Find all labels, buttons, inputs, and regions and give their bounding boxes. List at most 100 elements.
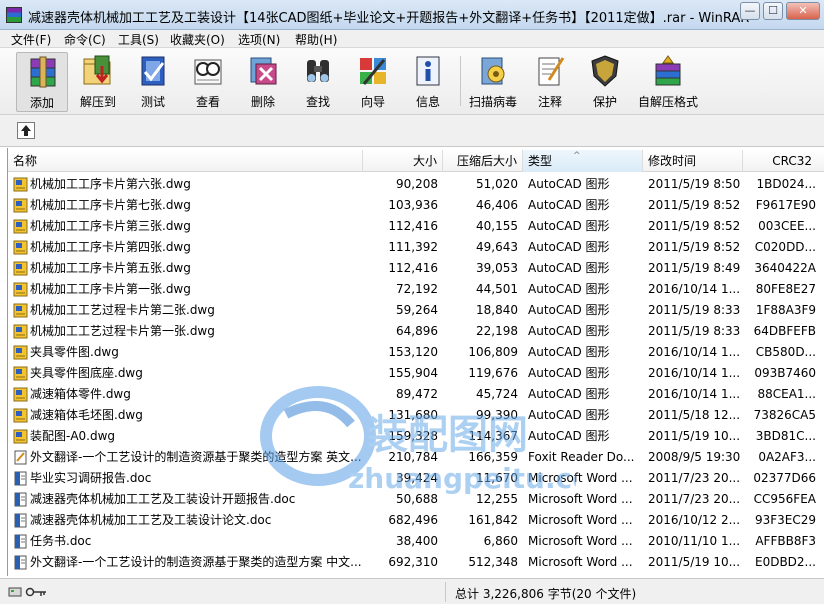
list-header: 名称 大小 压缩后大小 ^ 类型 修改时间 CRC32 bbox=[8, 150, 824, 172]
window-title: 减速器壳体机械加工工艺及工装设计【14张CAD图纸+毕业论文+开题报告+外文翻译… bbox=[28, 11, 750, 26]
file-row[interactable]: 夹具零件图.dwg 153,120 106,809 AutoCAD 图形 2016/10… bbox=[8, 342, 824, 363]
dwg-file-icon bbox=[13, 303, 28, 318]
file-packed-size: 40,155 bbox=[476, 219, 518, 233]
file-name: 机械加工工艺过程卡片第一张.dwg bbox=[30, 324, 215, 338]
dwg-file-icon bbox=[13, 366, 28, 381]
column-type[interactable]: ^ 类型 bbox=[523, 150, 643, 172]
file-size: 59,264 bbox=[396, 303, 438, 317]
file-type: AutoCAD 图形 bbox=[528, 366, 610, 380]
virus-scan-button[interactable]: 扫描病毒 bbox=[467, 52, 519, 112]
file-row[interactable]: 减速箱体零件.dwg 89,472 45,724 AutoCAD 图形 2016/10/… bbox=[8, 384, 824, 405]
file-modified: 2016/10/14 1... bbox=[648, 345, 741, 359]
dwg-file-icon bbox=[13, 429, 28, 444]
view-button[interactable]: 查看 bbox=[182, 52, 234, 112]
file-size: 112,416 bbox=[388, 261, 438, 275]
file-row[interactable]: 机械加工工序卡片第六张.dwg 90,208 51,020 AutoCAD 图形 201… bbox=[8, 174, 824, 195]
file-row[interactable]: 机械加工工序卡片第七张.dwg 103,936 46,406 AutoCAD 图形 20… bbox=[8, 195, 824, 216]
word-file-icon bbox=[14, 534, 27, 549]
file-name: 减速器壳体机械加工工艺及工装设计开题报告.doc bbox=[30, 492, 296, 506]
file-packed-size: 6,860 bbox=[483, 534, 518, 548]
virus-scan-icon bbox=[481, 57, 505, 85]
file-packed-size: 51,020 bbox=[476, 177, 518, 191]
maximize-button[interactable]: ☐ bbox=[763, 2, 783, 20]
file-row[interactable]: 机械加工工艺过程卡片第一张.dwg 64,896 22,198 AutoCAD 图形 2… bbox=[8, 321, 824, 342]
file-crc: F9617E90 bbox=[755, 198, 816, 212]
file-crc: C020DD... bbox=[754, 240, 816, 254]
file-size: 131,680 bbox=[388, 408, 438, 422]
file-name: 减速器壳体机械加工工艺及工装设计论文.doc bbox=[30, 513, 272, 527]
file-row[interactable]: 减速箱体毛坯图.dwg 131,680 99,390 AutoCAD 图形 2011/5… bbox=[8, 405, 824, 426]
test-button[interactable]: 测试 bbox=[127, 52, 179, 112]
menu-tools[interactable]: 工具(S) bbox=[118, 31, 159, 48]
protect-button[interactable]: 保护 bbox=[579, 52, 631, 112]
column-size[interactable]: 大小 bbox=[363, 150, 443, 172]
file-row[interactable]: 装配图-A0.dwg 159,328 114,367 AutoCAD 图形 2011/5… bbox=[8, 426, 824, 447]
minimize-button[interactable]: — bbox=[740, 2, 760, 20]
menu-favorites[interactable]: 收藏夹(O) bbox=[170, 31, 225, 48]
column-packed[interactable]: 压缩后大小 bbox=[443, 150, 523, 172]
menu-options[interactable]: 选项(N) bbox=[238, 31, 280, 48]
view-icon bbox=[194, 59, 222, 85]
wizard-button[interactable]: 向导 bbox=[347, 52, 399, 112]
file-packed-size: 11,670 bbox=[476, 471, 518, 485]
file-type: AutoCAD 图形 bbox=[528, 261, 610, 275]
title-bar: 减速器壳体机械加工工艺及工装设计【14张CAD图纸+毕业论文+开题报告+外文翻译… bbox=[0, 0, 824, 30]
file-row[interactable]: 夹具零件图底座.dwg 155,904 119,676 AutoCAD 图形 2016/… bbox=[8, 363, 824, 384]
status-bar: 总计 3,226,806 字节(20 个文件) bbox=[0, 578, 824, 604]
winrar-app-icon[interactable] bbox=[6, 7, 22, 23]
file-packed-size: 12,255 bbox=[476, 492, 518, 506]
file-type: Microsoft Word ... bbox=[528, 471, 633, 485]
file-row[interactable]: 减速器壳体机械加工工艺及工装设计开题报告.doc 50,688 12,255 Micr… bbox=[8, 489, 824, 510]
file-row[interactable]: 机械加工工艺过程卡片第二张.dwg 59,264 18,840 AutoCAD 图形 2… bbox=[8, 300, 824, 321]
find-button[interactable]: 查找 bbox=[292, 52, 344, 112]
file-packed-size: 114,367 bbox=[468, 429, 518, 443]
file-row[interactable]: 外文翻译-一个工艺设计的制造资源基于聚类的造型方案 中文... 692,310 51… bbox=[8, 552, 824, 573]
file-size: 159,328 bbox=[388, 429, 438, 443]
menu-help[interactable]: 帮助(H) bbox=[295, 31, 337, 48]
file-crc: 73826CA5 bbox=[753, 408, 816, 422]
delete-button[interactable]: 删除 bbox=[237, 52, 289, 112]
file-name: 外文翻译-一个工艺设计的制造资源基于聚类的造型方案 中文... bbox=[30, 555, 362, 569]
file-modified: 2011/5/19 8:52 bbox=[648, 240, 741, 254]
info-button[interactable]: 信息 bbox=[402, 52, 454, 112]
file-type: AutoCAD 图形 bbox=[528, 198, 610, 212]
file-name: 减速箱体零件.dwg bbox=[30, 387, 131, 401]
file-row[interactable]: 外文翻译-一个工艺设计的制造资源基于聚类的造型方案 英文... 210,784 16… bbox=[8, 447, 824, 468]
up-folder-button[interactable] bbox=[17, 122, 35, 139]
file-row[interactable]: 毕业实习调研报告.doc 39,424 11,670 Microsoft Word .… bbox=[8, 468, 824, 489]
file-row[interactable]: 机械加工工序卡片第一张.dwg 72,192 44,501 AutoCAD 图形 201… bbox=[8, 279, 824, 300]
drive-key-icon[interactable] bbox=[8, 585, 48, 599]
file-modified: 2011/7/23 20... bbox=[648, 471, 741, 485]
file-name: 减速箱体毛坯图.dwg bbox=[30, 408, 143, 422]
menu-file[interactable]: 文件(F) bbox=[11, 31, 51, 48]
file-packed-size: 119,676 bbox=[468, 366, 518, 380]
file-row[interactable]: 任务书.doc 38,400 6,860 Microsoft Word ... 2010… bbox=[8, 531, 824, 552]
file-row[interactable]: 机械加工工序卡片第四张.dwg 111,392 49,643 AutoCAD 图形 20… bbox=[8, 237, 824, 258]
sfx-button[interactable]: 自解压格式 bbox=[638, 52, 698, 112]
extract-to-button[interactable]: 解压到 bbox=[72, 52, 124, 112]
sfx-label: 自解压格式 bbox=[637, 95, 698, 109]
column-crc[interactable]: CRC32 bbox=[743, 150, 824, 172]
file-type: AutoCAD 图形 bbox=[528, 387, 610, 401]
menu-commands[interactable]: 命令(C) bbox=[64, 31, 106, 48]
file-size: 112,416 bbox=[388, 219, 438, 233]
file-name: 机械加工工序卡片第七张.dwg bbox=[30, 198, 191, 212]
column-modified[interactable]: 修改时间 bbox=[643, 150, 743, 172]
column-name[interactable]: 名称 bbox=[8, 150, 363, 172]
file-row[interactable]: 机械加工工序卡片第三张.dwg 112,416 40,155 AutoCAD 图形 20… bbox=[8, 216, 824, 237]
test-icon bbox=[141, 56, 165, 86]
file-crc: 003CEE... bbox=[758, 219, 816, 233]
file-list[interactable]: 名称 大小 压缩后大小 ^ 类型 修改时间 CRC32 机械加工工序卡片第六张.… bbox=[7, 148, 824, 576]
file-size: 103,936 bbox=[388, 198, 438, 212]
close-button[interactable]: ✕ bbox=[786, 2, 820, 20]
comment-button[interactable]: 注释 bbox=[524, 52, 576, 112]
file-packed-size: 45,724 bbox=[476, 387, 518, 401]
file-modified: 2011/5/19 10... bbox=[648, 429, 741, 443]
dwg-file-icon bbox=[13, 387, 28, 402]
file-packed-size: 49,643 bbox=[476, 240, 518, 254]
file-row[interactable]: 减速器壳体机械加工工艺及工装设计论文.doc 682,496 161,842 Micr… bbox=[8, 510, 824, 531]
file-size: 50,688 bbox=[396, 492, 438, 506]
file-row[interactable]: 机械加工工序卡片第五张.dwg 112,416 39,053 AutoCAD 图形 20… bbox=[8, 258, 824, 279]
file-modified: 2008/9/5 19:30 bbox=[648, 450, 741, 464]
add-button[interactable]: 添加 bbox=[16, 52, 68, 112]
